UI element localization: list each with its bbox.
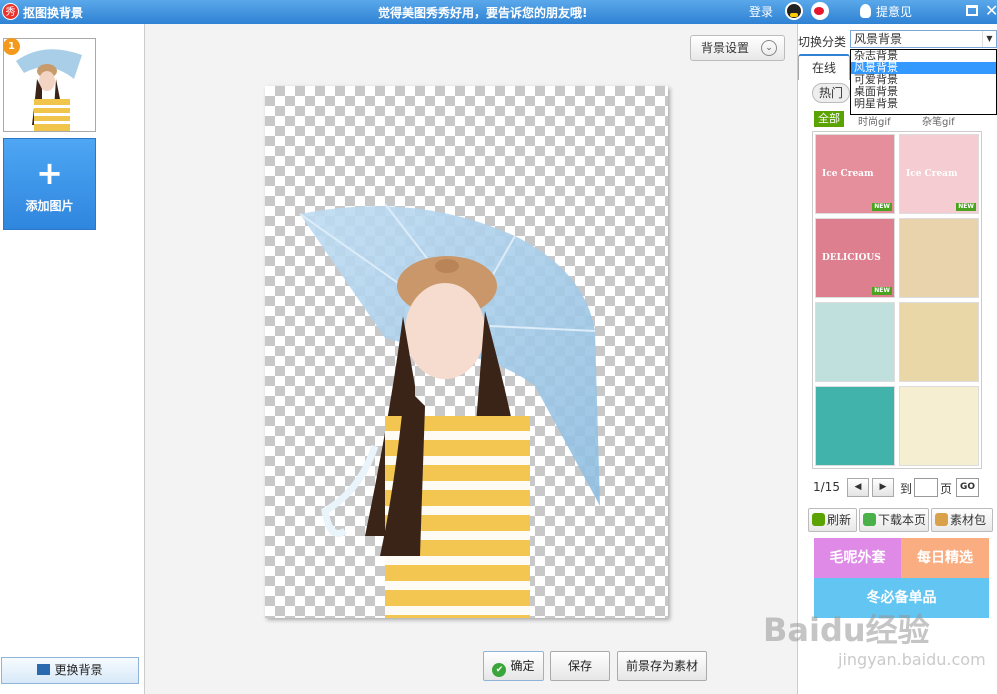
plus-icon: + — [36, 154, 63, 192]
material-tile[interactable] — [815, 386, 895, 466]
refresh-icon — [812, 513, 825, 526]
refresh-button[interactable]: 刷新 — [808, 508, 857, 532]
maximize-icon[interactable] — [966, 5, 978, 16]
thumbnail-number-badge: 1 — [3, 38, 20, 55]
material-tile[interactable]: DELICIOUS NEW — [815, 218, 895, 298]
download-page-label: 下载本页 — [878, 513, 927, 527]
title-bar: 秀 抠图换背景 觉得美图秀秀好用，要告诉您的朋友哦! 登录 提意见 ✕ — [0, 0, 997, 24]
category-dropdown-list: 杂志背景 风景背景 可爱背景 桌面背景 明星背景 — [850, 49, 997, 115]
background-settings-label: 背景设置 — [701, 41, 750, 55]
image-icon — [37, 664, 51, 675]
next-page-button[interactable]: ▶ — [872, 478, 894, 497]
watermark-text: Baidu经验 — [763, 611, 930, 649]
material-tile[interactable] — [899, 302, 979, 382]
thumbnail-photo — [4, 39, 95, 131]
tile-caption: Ice Cream — [906, 169, 958, 179]
material-tile[interactable]: Ice Cream NEW — [815, 134, 895, 214]
material-tile[interactable] — [815, 302, 895, 382]
material-tile[interactable] — [899, 218, 979, 298]
material-tile[interactable] — [899, 386, 979, 466]
page-info: 1/15 — [813, 480, 840, 494]
new-badge: NEW — [872, 203, 892, 211]
hot-filter-button[interactable]: 热门 — [812, 83, 850, 103]
lightbulb-icon — [860, 4, 871, 18]
chevron-down-icon: ▼ — [982, 31, 996, 47]
image-list-panel: 1 + 添加图片 更换背景 — [0, 24, 145, 694]
add-image-button[interactable]: + 添加图片 — [3, 138, 96, 230]
category-selected-value: 风景背景 — [854, 32, 903, 46]
add-image-label: 添加图片 — [25, 199, 74, 213]
chevron-down-icon: ⌄ — [761, 40, 777, 56]
transparent-canvas[interactable] — [265, 86, 668, 618]
download-icon — [863, 513, 876, 526]
category-select[interactable]: 风景背景 ▼ — [850, 30, 997, 48]
material-tile[interactable]: Ice Cream NEW — [899, 134, 979, 214]
change-background-label: 更换背景 — [54, 663, 103, 677]
feedback-link[interactable]: 提意见 — [876, 3, 912, 20]
package-icon — [935, 513, 948, 526]
subtab-fashion-gif[interactable]: 时尚gif — [858, 113, 891, 128]
background-settings-button[interactable]: 背景设置 ⌄ — [690, 35, 785, 61]
slogan-text: 觉得美图秀秀好用，要告诉您的朋友哦! — [378, 6, 588, 20]
pagination: 1/15 ◀ ▶ 到 页 GO — [813, 478, 993, 498]
new-badge: NEW — [956, 203, 976, 211]
goto-label: 到 — [900, 482, 913, 496]
category-option[interactable]: 明星背景 — [851, 98, 996, 110]
watermark-url: jingyan.baidu.com — [838, 650, 986, 669]
all-filter-tag[interactable]: 全部 — [814, 111, 844, 127]
category-label: 切换分类 — [798, 35, 847, 49]
prev-page-button[interactable]: ◀ — [847, 478, 869, 497]
change-background-button[interactable]: 更换背景 — [1, 657, 139, 684]
page-unit-label: 页 — [940, 482, 953, 496]
material-grid: Ice Cream NEW Ice Cream NEW DELICIOUS NEW — [812, 131, 982, 469]
refresh-label: 刷新 — [827, 513, 852, 527]
promo-daily-picks[interactable]: 每日精选 — [901, 538, 989, 578]
login-link[interactable]: 登录 — [749, 3, 773, 20]
save-foreground-button[interactable]: 前景存为素材 — [617, 651, 707, 681]
confirm-button[interactable]: ✔ 确定 — [483, 651, 544, 681]
close-icon[interactable]: ✕ — [985, 1, 997, 21]
material-pack-button[interactable]: 素材包 — [931, 508, 993, 532]
tab-online[interactable]: 在线 — [798, 54, 850, 80]
save-button[interactable]: 保存 — [550, 651, 610, 681]
confirm-label: 确定 — [510, 659, 535, 673]
tile-caption: Ice Cream — [822, 169, 874, 179]
material-pack-label: 素材包 — [950, 513, 987, 527]
subtab-misc-gif[interactable]: 杂笔gif — [922, 113, 955, 128]
weibo-icon[interactable] — [811, 2, 829, 20]
page-number-input[interactable] — [914, 478, 938, 497]
app-logo-icon: 秀 — [2, 3, 19, 20]
promo-wool-coat[interactable]: 毛呢外套 — [814, 538, 901, 578]
check-icon: ✔ — [492, 663, 507, 677]
cutout-photo — [299, 203, 600, 618]
download-page-button[interactable]: 下载本页 — [859, 508, 929, 532]
go-button[interactable]: GO — [956, 478, 979, 497]
tile-caption: DELICIOUS — [822, 253, 881, 263]
qq-icon[interactable] — [785, 2, 803, 20]
window-title: 抠图换背景 — [23, 6, 84, 20]
new-badge: NEW — [872, 287, 892, 295]
